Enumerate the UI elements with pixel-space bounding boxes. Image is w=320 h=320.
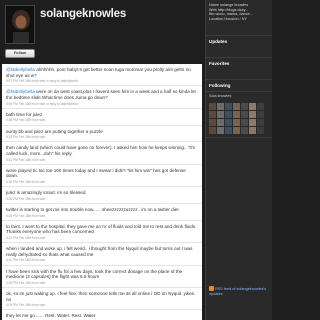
tweet-item: ok, so im just waking up. I feel fine, t…	[2, 288, 202, 311]
tweet-meta[interactable]: 5:35 PM Feb 18th from web	[6, 118, 199, 122]
following-avatar[interactable]	[217, 119, 224, 126]
following-avatar[interactable]	[257, 103, 264, 110]
following-avatar[interactable]	[217, 103, 224, 110]
tweet-meta[interactable]: 4:05 PM Feb 18th from web	[6, 303, 199, 307]
tweet-text: to faint. I went to the hospital, they g…	[6, 224, 199, 235]
tweet-item: aunty bb and julez are putting together …	[2, 126, 202, 143]
following-avatar[interactable]	[233, 127, 240, 134]
following-avatar[interactable]	[249, 119, 256, 126]
sidebar-updates-link[interactable]: Updates	[206, 36, 272, 58]
following-avatar[interactable]	[225, 103, 232, 110]
following-avatar[interactable]	[241, 103, 248, 110]
tweet-body: ok, so im just waking up. I feel fine, t…	[6, 290, 196, 302]
following-avatars-grid	[206, 100, 272, 138]
tweet-body: bath time for julez	[6, 111, 43, 117]
tweet-text: I have been sick with the flu for a few …	[6, 269, 199, 280]
tweet-timeline: @fatbellybella ahhhhhh, poor baby!!!i ge…	[2, 64, 202, 320]
following-avatar[interactable]	[209, 127, 216, 134]
following-avatar[interactable]	[249, 103, 256, 110]
tweet-meta[interactable]: 4:09 PM Feb 18th from web	[6, 281, 199, 285]
following-avatar[interactable]	[225, 127, 232, 134]
tweet-text: twitter is starting to get me into troub…	[6, 207, 199, 213]
tweet-text: they let me go....... Rest. Water. Rest.…	[6, 313, 199, 319]
following-avatar[interactable]	[225, 119, 232, 126]
tweet-item: @fatbellybella ahhhhhh, poor baby!!!i ge…	[2, 64, 202, 87]
following-avatar[interactable]	[257, 127, 264, 134]
tweet-meta[interactable]: 5:47 PM Feb 18th from web in reply to fa…	[6, 79, 199, 83]
following-avatar[interactable]	[249, 127, 256, 134]
tweet-text: @fatbellybella ahhhhhh, poor baby!!!i ge…	[6, 67, 199, 78]
tweet-item: bath time for julez 5:35 PM Feb 18th from…	[2, 109, 202, 126]
tweet-meta[interactable]: 5:28 PM Feb 18th from web	[6, 180, 199, 184]
tweet-meta[interactable]: 5:25 PM Feb 18th from web	[6, 214, 199, 218]
tweet-body: julez is amazingly smart. im so blessed.	[6, 190, 87, 196]
avatar-image	[6, 6, 34, 43]
tweet-body: aunty bb and julez are putting together …	[6, 128, 103, 134]
tweet-item: when i landed and woke up, i felt weird.…	[2, 243, 202, 266]
tweet-meta[interactable]: 4:13 PM Feb 18th from web	[6, 236, 199, 240]
tweet-text: then candy land (which could have gone o…	[6, 145, 199, 156]
tweet-body: I have been sick with the flu for a few …	[6, 268, 183, 280]
following-avatar[interactable]	[257, 119, 264, 126]
tweet-item: they let me go....... Rest. Water. Rest.…	[2, 310, 202, 320]
tweet-text: ok, so im just waking up. I feel fine, t…	[6, 291, 199, 302]
following-avatar[interactable]	[209, 111, 216, 118]
tweet-meta[interactable]: 5:31 PM Feb 18th from web	[6, 158, 199, 162]
tweet-text: bath time for julez	[6, 112, 199, 118]
tweet-meta[interactable]: 4:10 PM Feb 18th from web	[6, 258, 199, 262]
following-avatar[interactable]	[257, 111, 264, 118]
following-avatar[interactable]	[217, 127, 224, 134]
avatar[interactable]	[5, 5, 35, 44]
following-avatar[interactable]	[217, 111, 224, 118]
tweet-text: weve played tic tac toe 100 times today …	[6, 168, 199, 179]
tweet-mention-link[interactable]: @fatbellybella	[6, 67, 35, 72]
follow-button[interactable]: Follow	[5, 49, 35, 58]
tweet-body: they let me go....... Rest. Water. Rest.…	[6, 313, 97, 319]
rss-label: RSS feed of solangeknowles's updates	[209, 287, 267, 296]
profile-info: Name solange knowles Web http://blogs.ok…	[206, 0, 272, 36]
tweet-text: julez is amazingly smart. im so blessed.	[6, 190, 199, 196]
tweet-body: were on da west coast,plus I havent seen…	[6, 89, 196, 100]
following-avatar[interactable]	[233, 119, 240, 126]
tweet-item: to faint. I went to the hospital, they g…	[2, 221, 202, 244]
tweet-text: @fatbellybella were on da west coast,plu…	[6, 89, 199, 100]
tweet-item: I have been sick with the flu for a few …	[2, 266, 202, 288]
following-avatar[interactable]	[209, 119, 216, 126]
following-avatar[interactable]	[233, 111, 240, 118]
tweet-body: weve played tic tac toe 100 times today …	[6, 167, 186, 179]
tweet-meta[interactable]: 5:26 PM Feb 18th from web	[6, 197, 199, 201]
following-avatar[interactable]	[209, 103, 216, 110]
following-avatar[interactable]	[241, 119, 248, 126]
following-avatar[interactable]	[241, 111, 248, 118]
following-avatar[interactable]	[225, 111, 232, 118]
tweet-body: to faint. I went to the hospital, they g…	[6, 223, 197, 235]
tweet-item: @fatbellybella were on da west coast,plu…	[2, 86, 202, 109]
tweet-body: then candy land (which could have gone o…	[6, 145, 195, 156]
sidebar-favorites-link[interactable]: Favorites	[206, 58, 272, 80]
tweet-meta[interactable]: 5:33 PM Feb 18th from web	[6, 135, 199, 139]
tweet-item: weve played tic tac toe 100 times today …	[2, 165, 202, 188]
tweet-body: when i landed and woke up, i felt weird.…	[6, 246, 193, 257]
following-avatar[interactable]	[233, 103, 240, 110]
tweet-text: when i landed and woke up, i felt weird.…	[6, 246, 199, 257]
profile-sidebar: Name solange knowles Web http://blogs.ok…	[205, 0, 272, 320]
rss-feed-link[interactable]: RSS feed of solangeknowles's updates	[209, 286, 271, 296]
sidebar-following-heading[interactable]: Following	[206, 80, 272, 92]
tweet-item: julez is amazingly smart. im so blessed.…	[2, 187, 202, 204]
following-avatar[interactable]	[249, 111, 256, 118]
tweet-body: twitter is starting to get me into troub…	[6, 206, 179, 212]
rss-icon	[209, 286, 214, 291]
tweet-item: then candy land (which could have gone o…	[2, 142, 202, 165]
tweet-meta[interactable]: 5:39 PM Feb 18th from web in reply to fa…	[6, 102, 199, 106]
profile-username: solangeknowles	[40, 8, 127, 20]
tweet-item: twitter is starting to get me into troub…	[2, 204, 202, 221]
info-line-location: Location Houston / NY	[209, 16, 247, 21]
tweet-mention-link[interactable]: @fatbellybella	[6, 89, 35, 94]
tweet-text: aunty bb and julez are putting together …	[6, 129, 199, 135]
following-avatar[interactable]	[241, 127, 248, 134]
sidebar-following-sub: Sola knowles	[209, 94, 232, 98]
